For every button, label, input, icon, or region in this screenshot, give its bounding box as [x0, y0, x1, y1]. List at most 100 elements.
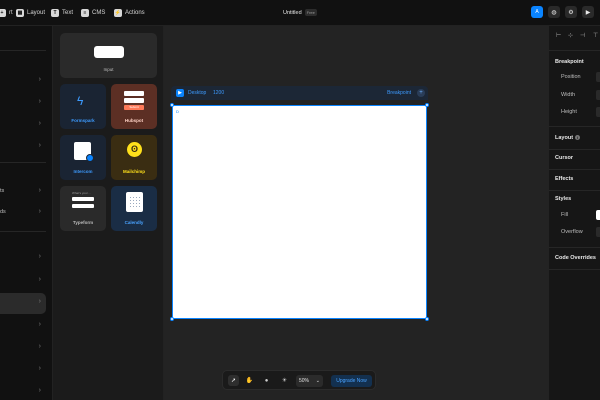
hand-tool-icon[interactable]: ✋ [244, 375, 255, 386]
layout-icon: ▦ [16, 9, 24, 17]
align-top-icon[interactable]: ⊤ [593, 32, 598, 44]
cursor-section-title[interactable]: Cursor [555, 155, 573, 161]
zoom-value: 50% [299, 378, 310, 384]
layout-section-title[interactable]: Layout i [555, 135, 581, 141]
chevron-right-icon: › [38, 187, 41, 194]
upgrade-button[interactable]: Upgrade Now [331, 375, 372, 387]
avatar[interactable]: A [531, 6, 543, 18]
intercom-card-label: Intercom [73, 169, 93, 174]
mailchimp-component-card[interactable]: ʘ Mailchimp [111, 135, 157, 180]
input-preview [94, 46, 124, 58]
left-panel-item-label: ts [0, 188, 5, 194]
left-panel-row[interactable]: › [0, 316, 46, 337]
input-component-card[interactable]: Input [60, 33, 157, 78]
cms-icon: ≡ [81, 9, 89, 17]
add-breakpoint-button[interactable]: + [417, 89, 425, 97]
effects-section-title[interactable]: Effects [555, 176, 573, 182]
left-panel-row[interactable]: › [0, 382, 46, 400]
left-panel-row[interactable]: › [0, 137, 46, 158]
position-label: Position [561, 74, 581, 80]
fill-label: Fill [561, 212, 569, 218]
formspark-card-label: Formspark [71, 118, 95, 123]
top-toolbar: + rt ▦ Layout T Text ≡ CMS ⚡ Actions Unt… [0, 0, 600, 26]
resize-handle-top-left[interactable] [170, 103, 174, 107]
insert-panel: Input ϟ Formspark Submit Hubspot Interco… [52, 26, 164, 400]
breakpoint-section-title[interactable]: Breakpoint [555, 59, 584, 65]
comment-tool-icon[interactable]: ● [261, 375, 272, 386]
insert-menu-button[interactable]: + rt [0, 7, 13, 19]
chevron-right-icon: › [38, 387, 41, 394]
formspark-component-card[interactable]: ϟ Formspark [60, 84, 106, 129]
preview-play-icon[interactable]: ▶ [176, 89, 184, 97]
play-icon[interactable]: ▶ [582, 6, 594, 18]
calendly-card-label: Calendly [124, 220, 144, 225]
effects-section-label: Effects [555, 176, 574, 182]
desktop-frame[interactable]: D [172, 105, 427, 319]
typeform-component-card[interactable]: What's your… Typeform [60, 186, 106, 231]
breakpoint-section-label: Breakpoint [555, 59, 584, 65]
divider [549, 190, 600, 191]
left-panel-row-selected[interactable]: › [0, 293, 46, 314]
left-panel-row[interactable]: ts › [0, 182, 46, 203]
left-panel-row[interactable]: › [0, 360, 46, 381]
width-label: Width [561, 92, 576, 98]
form-field-preview [124, 91, 144, 96]
left-panel-row[interactable]: › [0, 248, 46, 269]
text-menu-button[interactable]: T Text [51, 7, 73, 19]
left-panel-row[interactable]: › [0, 338, 46, 359]
actions-label: Actions [125, 10, 145, 16]
fill-color-swatch[interactable] [596, 210, 600, 220]
add-breakpoint-link[interactable]: Breakpoint [387, 90, 411, 96]
form-field-preview [72, 197, 94, 201]
align-right-icon[interactable]: ⊣ [580, 32, 585, 44]
input-card-label: Input [103, 67, 114, 72]
left-panel: › › › › ts › ds › › › › › › › › [0, 26, 52, 400]
chevron-right-icon: › [38, 298, 41, 305]
code-overrides-section-title[interactable]: Code Overrides [555, 255, 596, 261]
actions-icon: ⚡ [114, 9, 122, 17]
hubspot-component-card[interactable]: Submit Hubspot [111, 84, 157, 129]
chevron-right-icon: › [38, 98, 41, 105]
calendar-icon [126, 192, 143, 212]
overflow-select[interactable] [596, 227, 600, 237]
frame-label: D [176, 109, 179, 114]
project-title[interactable]: Untitled Free [283, 9, 317, 16]
height-field[interactable] [596, 107, 600, 117]
resize-handle-top-right[interactable] [425, 103, 429, 107]
chevron-right-icon: › [38, 208, 41, 215]
left-panel-row[interactable]: › [0, 271, 46, 292]
gear-icon[interactable]: ⚙ [565, 6, 577, 18]
intercom-component-card[interactable]: Intercom [60, 135, 106, 180]
breakpoint-bar[interactable]: ▶ Desktop 1200 Breakpoint + [171, 86, 428, 100]
actions-menu-button[interactable]: ⚡ Actions [114, 7, 145, 19]
select-tool-icon[interactable]: ➚ [228, 375, 239, 386]
layout-menu-button[interactable]: ▦ Layout [16, 7, 45, 19]
styles-section-title[interactable]: Styles [555, 196, 571, 202]
cms-menu-button[interactable]: ≡ CMS [81, 7, 105, 19]
divider [549, 247, 600, 248]
theme-toggle-icon[interactable]: ☀ [279, 375, 290, 386]
position-field[interactable] [596, 72, 600, 82]
left-panel-row[interactable]: ds › [0, 203, 46, 224]
layout-label: Layout [27, 10, 46, 16]
submit-preview: Submit [124, 105, 144, 110]
typeform-preview-text: What's your… [72, 191, 91, 195]
divider [549, 50, 600, 51]
align-left-icon[interactable]: ⊢ [556, 32, 561, 44]
left-panel-row[interactable]: › [0, 115, 46, 136]
left-panel-row[interactable]: › [0, 93, 46, 114]
width-field[interactable] [596, 90, 600, 100]
divider [0, 162, 46, 163]
resize-handle-bottom-left[interactable] [170, 317, 174, 321]
calendly-component-card[interactable]: Calendly [111, 186, 157, 231]
breakpoint-label: Desktop [188, 90, 207, 96]
align-center-icon[interactable]: ⊹ [568, 32, 573, 44]
insert-icon: + [0, 9, 6, 17]
globe-icon[interactable]: ◍ [548, 6, 560, 18]
project-name: Untitled [283, 9, 302, 16]
zoom-select[interactable]: 50% ⌄ [296, 375, 323, 387]
bottom-toolbar: ➚ ✋ ● ☀ 50% ⌄ Upgrade Now [222, 370, 376, 390]
resize-handle-bottom-right[interactable] [425, 317, 429, 321]
left-panel-row[interactable]: › [0, 71, 46, 92]
chat-bubble-icon [86, 154, 94, 162]
